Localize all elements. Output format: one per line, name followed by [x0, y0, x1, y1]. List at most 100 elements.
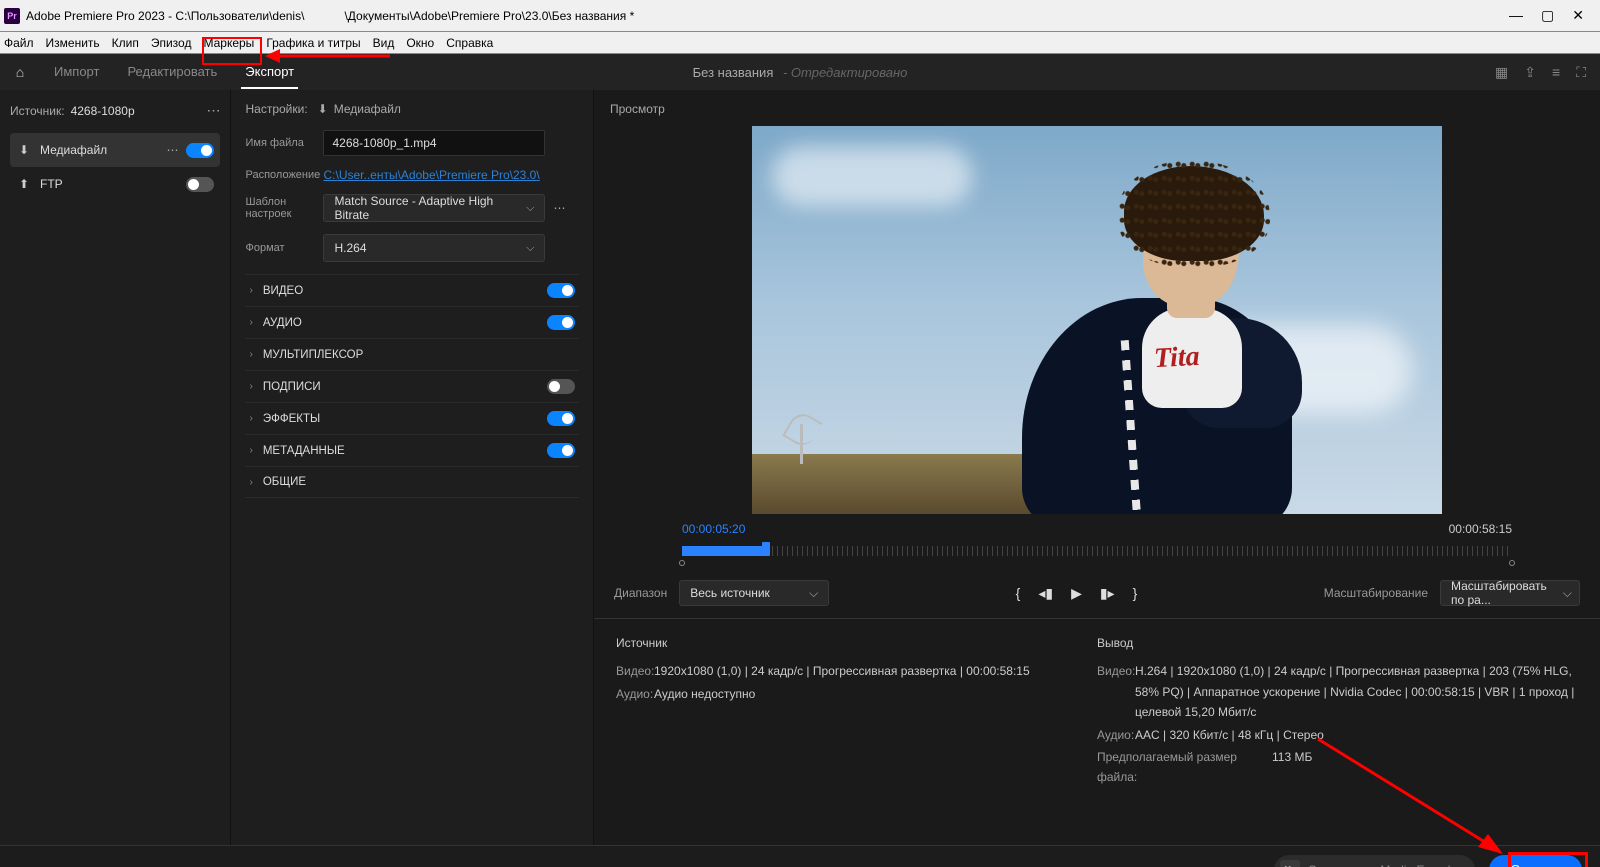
- scale-dropdown[interactable]: Масштабировать по ра...: [1440, 580, 1580, 606]
- download-icon: ⬇: [318, 102, 328, 116]
- section-toggle[interactable]: [547, 443, 575, 458]
- filename-label: Имя файла: [245, 137, 323, 149]
- upload-icon: ⬆: [16, 177, 32, 191]
- source-label: Источник:: [10, 104, 65, 118]
- format-dropdown[interactable]: H.264: [323, 234, 545, 262]
- footer: Me Отправить в Media Encoder Экспорт: [0, 845, 1600, 867]
- maximize-icon[interactable]: ▢: [1541, 7, 1554, 24]
- chevron-right-icon: ›: [249, 477, 252, 488]
- close-icon[interactable]: ✕: [1572, 7, 1584, 24]
- scale-label: Масштабирование: [1324, 586, 1428, 600]
- output-audio-value: AAC | 320 Кбит/с | 48 кГц | Стерео: [1135, 725, 1578, 745]
- source-info-header: Источник: [616, 633, 1097, 653]
- preset-dropdown[interactable]: Match Source - Adaptive High Bitrate: [323, 194, 545, 222]
- section-general[interactable]: › ОБЩИЕ: [245, 466, 579, 498]
- location-label: Расположение: [245, 169, 323, 181]
- settings-panel: Настройки: ⬇ Медиафайл Имя файла Располо…: [231, 90, 594, 845]
- section-video[interactable]: › ВИДЕО: [245, 274, 579, 306]
- preset-label: Шаблон настроек: [245, 196, 323, 220]
- download-icon: ⬇: [16, 143, 32, 157]
- video-preview[interactable]: Tita: [752, 126, 1442, 514]
- window-title: Adobe Premiere Pro 2023 - C:\Пользовател…: [26, 9, 304, 23]
- chevron-right-icon: ›: [249, 285, 252, 296]
- tab-edit[interactable]: Редактировать: [123, 56, 221, 89]
- section-captions[interactable]: › ПОДПИСИ: [245, 370, 579, 402]
- section-audio[interactable]: › АУДИО: [245, 306, 579, 338]
- titlebar: Pr Adobe Premiere Pro 2023 - C:\Пользова…: [0, 0, 1600, 32]
- chevron-right-icon: ›: [249, 317, 252, 328]
- playhead-handle[interactable]: [762, 542, 770, 556]
- preset-more-icon[interactable]: ⋯: [553, 201, 565, 215]
- destination-label: Медиафайл: [40, 143, 107, 157]
- timeline-scrubber[interactable]: [682, 540, 1512, 564]
- preview-label: Просмотр: [594, 90, 1600, 122]
- destination-more-icon[interactable]: ⋯: [166, 143, 178, 157]
- menu-edit[interactable]: Изменить: [46, 36, 100, 50]
- send-to-media-encoder-button[interactable]: Me Отправить в Media Encoder: [1274, 855, 1475, 867]
- output-info: Вывод Видео:H.264 | 1920x1080 (1,0) | 24…: [1097, 633, 1578, 790]
- source-more-icon[interactable]: ⋯: [206, 102, 220, 119]
- mark-in-icon[interactable]: {: [1016, 585, 1021, 601]
- source-audio-value: Аудио недоступно: [654, 684, 1097, 704]
- destination-label: FTP: [40, 177, 63, 191]
- section-effects[interactable]: › ЭФФЕКТЫ: [245, 402, 579, 434]
- app-icon: Pr: [4, 8, 20, 24]
- section-toggle[interactable]: [547, 283, 575, 298]
- range-label: Диапазон: [614, 586, 667, 600]
- destination-mediafile[interactable]: ⬇ Медиафайл ⋯: [10, 133, 220, 167]
- chevron-right-icon: ›: [249, 445, 252, 456]
- destination-toggle[interactable]: [186, 177, 214, 192]
- chevron-right-icon: ›: [249, 413, 252, 424]
- play-icon[interactable]: ▶: [1071, 585, 1082, 602]
- format-label: Формат: [245, 242, 323, 254]
- section-metadata[interactable]: › МЕТАДАННЫЕ: [245, 434, 579, 466]
- range-dropdown[interactable]: Весь источник: [679, 580, 829, 606]
- section-toggle[interactable]: [547, 315, 575, 330]
- output-video-value: H.264 | 1920x1080 (1,0) | 24 кадр/с | Пр…: [1135, 661, 1578, 722]
- destinations-panel: Источник: 4268-1080p ⋯ ⬇ Медиафайл ⋯ ⬆ F…: [0, 90, 231, 845]
- menu-graphics[interactable]: Графика и титры: [266, 36, 360, 50]
- output-size-value: 113 МБ: [1272, 747, 1578, 788]
- out-timecode[interactable]: 00:00:58:15: [1449, 522, 1512, 536]
- menu-view[interactable]: Вид: [373, 36, 395, 50]
- tab-import[interactable]: Импорт: [50, 56, 103, 89]
- workspace-icon[interactable]: ▦: [1495, 64, 1508, 81]
- chevron-right-icon: ›: [249, 381, 252, 392]
- output-info-header: Вывод: [1097, 633, 1578, 653]
- mark-out-icon[interactable]: }: [1133, 585, 1138, 601]
- topbar: ⌂ Импорт Редактировать Экспорт Без назва…: [0, 54, 1600, 90]
- in-timecode[interactable]: 00:00:05:20: [682, 522, 745, 536]
- menubar: Файл Изменить Клип Эпизод Маркеры График…: [0, 32, 1600, 54]
- share-icon[interactable]: ⇪: [1524, 64, 1536, 81]
- media-encoder-icon: Me: [1280, 860, 1300, 867]
- minimize-icon[interactable]: —: [1509, 7, 1523, 24]
- step-forward-icon[interactable]: ▮▸: [1100, 585, 1115, 602]
- settings-target: Медиафайл: [334, 102, 401, 116]
- source-video-value: 1920x1080 (1,0) | 24 кадр/с | Прогрессив…: [654, 661, 1097, 681]
- home-icon[interactable]: ⌂: [0, 64, 40, 80]
- section-multiplexer[interactable]: › МУЛЬТИПЛЕКСОР: [245, 338, 579, 370]
- chevron-right-icon: ›: [249, 349, 252, 360]
- menu-clip[interactable]: Клип: [112, 36, 139, 50]
- menu-file[interactable]: Файл: [4, 36, 34, 50]
- edited-label: - Отредактировано: [783, 65, 907, 80]
- menu-markers[interactable]: Маркеры: [203, 36, 254, 50]
- export-button[interactable]: Экспорт: [1489, 855, 1582, 867]
- tab-export[interactable]: Экспорт: [241, 56, 298, 89]
- panel-menu-icon[interactable]: ≡: [1552, 64, 1560, 81]
- destination-ftp[interactable]: ⬆ FTP: [10, 167, 220, 201]
- step-back-icon[interactable]: ◂▮: [1038, 585, 1053, 602]
- menu-help[interactable]: Справка: [446, 36, 493, 50]
- section-toggle[interactable]: [547, 411, 575, 426]
- filename-input[interactable]: [323, 130, 545, 156]
- source-info: Источник Видео:1920x1080 (1,0) | 24 кадр…: [616, 633, 1097, 790]
- menu-sequence[interactable]: Эпизод: [151, 36, 192, 50]
- destination-toggle[interactable]: [186, 143, 214, 158]
- settings-label: Настройки:: [245, 102, 307, 116]
- menu-window[interactable]: Окно: [406, 36, 434, 50]
- fullscreen-icon[interactable]: ⛶: [1576, 64, 1586, 81]
- source-value: 4268-1080p: [71, 104, 135, 118]
- location-link[interactable]: C:\User..енты\Adobe\Premiere Pro\23.0\: [323, 168, 539, 182]
- project-name: Без названия: [693, 65, 774, 80]
- section-toggle[interactable]: [547, 379, 575, 394]
